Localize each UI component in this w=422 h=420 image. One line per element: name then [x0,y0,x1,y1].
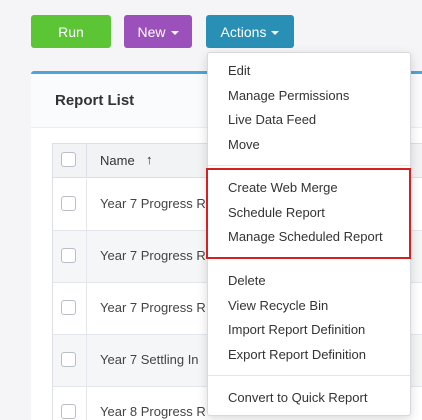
menu-item-move[interactable]: Move [228,137,260,152]
sort-ascending-icon[interactable]: ↑ [146,152,153,167]
header-checkbox-cell [53,144,87,177]
report-name[interactable]: Year 7 Progress R [100,248,206,263]
row-checkbox-cell [53,387,87,420]
actions-button[interactable]: Actions [206,15,294,48]
row-checkbox-cell [53,335,87,386]
menu-divider [208,375,410,376]
report-name[interactable]: Year 7 Progress R [100,300,206,315]
row-checkbox-cell [53,179,87,230]
menu-item-import-report-definition[interactable]: Import Report Definition [228,322,365,337]
report-name[interactable]: Year 7 Settling In [100,352,199,367]
menu-divider [208,165,410,166]
menu-item-edit[interactable]: Edit [228,63,250,78]
panel-title: Report List [55,92,135,109]
report-list-page: Run New Actions Report List Name ↑ Year … [0,0,422,420]
run-button-label: Run [58,23,84,40]
caret-down-icon [271,30,280,35]
menu-item-manage-scheduled-report[interactable]: Manage Scheduled Report [228,229,383,244]
row-checkbox[interactable] [61,352,76,367]
menu-item-view-recycle-bin[interactable]: View Recycle Bin [228,298,328,313]
menu-divider [208,257,410,258]
actions-button-label: Actions [220,23,267,40]
caret-down-icon [170,30,179,35]
report-name[interactable]: Year 7 Progress R [100,196,206,211]
new-button-label: New [137,23,166,40]
menu-item-create-web-merge[interactable]: Create Web Merge [228,180,338,195]
row-checkbox[interactable] [61,196,76,211]
menu-item-delete[interactable]: Delete [228,273,266,288]
menu-item-manage-permissions[interactable]: Manage Permissions [228,88,349,103]
row-checkbox-cell [53,231,87,282]
select-all-checkbox[interactable] [61,152,76,167]
column-header-name[interactable]: Name [100,153,135,168]
row-checkbox-cell [53,283,87,334]
menu-item-live-data-feed[interactable]: Live Data Feed [228,112,316,127]
row-checkbox[interactable] [61,248,76,263]
menu-item-schedule-report[interactable]: Schedule Report [228,205,325,220]
menu-item-convert-to-quick-report[interactable]: Convert to Quick Report [228,390,367,405]
new-button[interactable]: New [124,15,192,48]
row-checkbox[interactable] [61,300,76,315]
row-checkbox[interactable] [61,404,76,419]
menu-item-export-report-definition[interactable]: Export Report Definition [228,347,366,362]
actions-dropdown-menu: Edit Manage Permissions Live Data Feed M… [207,52,411,416]
run-button[interactable]: Run [31,15,111,48]
report-name[interactable]: Year 8 Progress R [100,404,206,419]
